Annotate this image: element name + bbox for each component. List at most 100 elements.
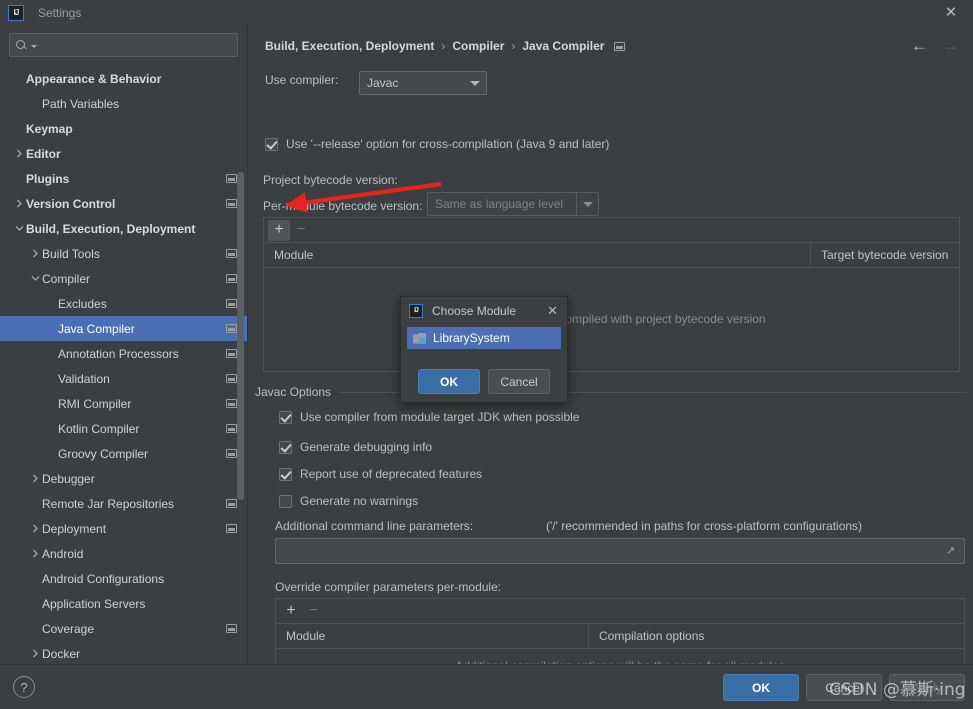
- javac-option-row[interactable]: Report use of deprecated features: [279, 467, 482, 481]
- sidebar-item-build-execution-deployment[interactable]: Build, Execution, Deployment: [0, 216, 247, 241]
- additional-params-input[interactable]: ↗: [275, 538, 965, 564]
- chevron-down-icon[interactable]: [12, 225, 26, 232]
- javac-option-row[interactable]: Generate no warnings: [279, 494, 418, 508]
- javac-option-checkbox[interactable]: [279, 467, 292, 481]
- add-override-button[interactable]: +: [280, 601, 302, 622]
- settings-page-badge-icon: [226, 624, 237, 633]
- remove-module-button[interactable]: −: [290, 220, 312, 241]
- chevron-right-icon[interactable]: [12, 149, 26, 158]
- javac-option-row[interactable]: Use compiler from module target JDK when…: [279, 410, 579, 424]
- chevron-right-icon[interactable]: [28, 649, 42, 658]
- sidebar-item-label: Keymap: [26, 121, 73, 136]
- use-compiler-dropdown[interactable]: Javac: [359, 71, 487, 95]
- breadcrumb-part[interactable]: Build, Execution, Deployment: [265, 39, 434, 53]
- sidebar-item-compiler[interactable]: Compiler: [0, 266, 247, 291]
- expand-icon[interactable]: ↗: [946, 546, 957, 557]
- sidebar-item-label: Application Servers: [42, 596, 146, 611]
- chevron-right-icon[interactable]: [28, 524, 42, 533]
- forward-arrow-icon[interactable]: →: [942, 37, 959, 54]
- sidebar-item-label: RMI Compiler: [58, 396, 132, 411]
- column-header-target-bytecode[interactable]: Target bytecode version: [810, 243, 959, 267]
- javac-option-row[interactable]: Generate debugging info: [279, 440, 432, 454]
- sidebar-item-build-tools[interactable]: Build Tools: [0, 241, 247, 266]
- breadcrumb-separator: ›: [441, 39, 446, 53]
- remove-override-button[interactable]: −: [302, 601, 324, 622]
- sidebar-item-deployment[interactable]: Deployment: [0, 516, 247, 541]
- release-option-label: Use '--release' option for cross-compila…: [286, 137, 610, 151]
- bytecode-table-header: Module Target bytecode version: [264, 243, 959, 268]
- ok-button[interactable]: OK: [723, 674, 799, 701]
- project-bytecode-label: Project bytecode version:: [263, 173, 398, 187]
- sidebar-item-label: Annotation Processors: [58, 346, 179, 361]
- choose-module-dialog: IJ Choose Module ✕ LibrarySystem OK Canc…: [400, 296, 568, 403]
- back-arrow-icon[interactable]: ←: [911, 37, 928, 54]
- use-compiler-label: Use compiler:: [265, 73, 339, 87]
- settings-page-badge-icon: [226, 424, 237, 433]
- dialog-title: Choose Module: [432, 303, 517, 318]
- chevron-down-icon[interactable]: [28, 275, 42, 282]
- override-table-empty-message: Additional compilation options will be t…: [276, 649, 964, 664]
- javac-option-checkbox[interactable]: [279, 494, 292, 508]
- column-header-compilation-options[interactable]: Compilation options: [588, 624, 964, 648]
- sidebar-item-appearance-behavior[interactable]: Appearance & Behavior: [0, 66, 247, 91]
- sidebar-item-path-variables[interactable]: Path Variables: [0, 91, 247, 116]
- column-header-module-2[interactable]: Module: [276, 624, 588, 648]
- sidebar-item-coverage[interactable]: Coverage: [0, 616, 247, 641]
- override-params-label: Override compiler parameters per-module:: [275, 580, 502, 594]
- sidebar-item-label: Java Compiler: [58, 321, 135, 336]
- chevron-right-icon[interactable]: [28, 549, 42, 558]
- settings-page-badge-icon: [226, 274, 237, 283]
- javac-option-checkbox[interactable]: [279, 410, 292, 424]
- settings-page-badge-icon: [226, 349, 237, 358]
- sidebar-item-keymap[interactable]: Keymap: [0, 116, 247, 141]
- sidebar-item-groovy-compiler[interactable]: Groovy Compiler: [0, 441, 247, 466]
- sidebar-item-validation[interactable]: Validation: [0, 366, 247, 391]
- column-header-module[interactable]: Module: [264, 243, 810, 267]
- window-close-icon[interactable]: ✕: [943, 4, 959, 21]
- sidebar-item-debugger[interactable]: Debugger: [0, 466, 247, 491]
- dialog-cancel-button[interactable]: Cancel: [488, 369, 550, 394]
- settings-page-badge-icon: [226, 499, 237, 508]
- breadcrumb-part[interactable]: Java Compiler: [522, 39, 604, 53]
- intellij-logo-icon: IJ: [409, 303, 423, 318]
- override-table-toolbar: + −: [276, 599, 964, 624]
- dialog-buttons: OK Cancel: [401, 369, 567, 394]
- release-option-checkbox[interactable]: [265, 137, 278, 151]
- sidebar-item-android[interactable]: Android: [0, 541, 247, 566]
- search-input[interactable]: [9, 33, 238, 57]
- help-button[interactable]: ?: [13, 676, 35, 698]
- sidebar-item-rmi-compiler[interactable]: RMI Compiler: [0, 391, 247, 416]
- sidebar-item-label: Validation: [58, 371, 110, 386]
- sidebar-item-annotation-processors[interactable]: Annotation Processors: [0, 341, 247, 366]
- sidebar-item-editor[interactable]: Editor: [0, 141, 247, 166]
- sidebar-scrollbar[interactable]: [237, 172, 244, 500]
- module-list-item[interactable]: LibrarySystem: [407, 327, 561, 349]
- settings-page-badge-icon: [226, 524, 237, 533]
- release-option-row[interactable]: Use '--release' option for cross-compila…: [265, 137, 609, 151]
- sidebar-item-plugins[interactable]: Plugins: [0, 166, 247, 191]
- javac-option-checkbox[interactable]: [279, 440, 292, 454]
- add-module-button[interactable]: +: [268, 219, 290, 241]
- cancel-button[interactable]: Cancel: [806, 674, 882, 701]
- sidebar-item-version-control[interactable]: Version Control: [0, 191, 247, 216]
- settings-page-badge-icon: [226, 199, 237, 208]
- sidebar-item-application-servers[interactable]: Application Servers: [0, 591, 247, 616]
- project-bytecode-dropdown[interactable]: Same as language level: [427, 192, 599, 216]
- chevron-right-icon[interactable]: [28, 474, 42, 483]
- apply-button[interactable]: Apply: [889, 674, 965, 701]
- intellij-logo-icon: IJ: [8, 4, 24, 21]
- sidebar-item-java-compiler[interactable]: Java Compiler: [0, 316, 247, 341]
- sidebar-item-excludes[interactable]: Excludes: [0, 291, 247, 316]
- sidebar-item-label: Debugger: [42, 471, 95, 486]
- chevron-right-icon[interactable]: [28, 249, 42, 258]
- sidebar-item-docker[interactable]: Docker: [0, 641, 247, 666]
- main-panel: Build, Execution, Deployment › Compiler › Ja…: [249, 25, 973, 664]
- dialog-close-icon[interactable]: ✕: [547, 303, 558, 319]
- dialog-ok-button[interactable]: OK: [418, 369, 480, 394]
- sidebar-item-remote-jar-repositories[interactable]: Remote Jar Repositories: [0, 491, 247, 516]
- sidebar-item-label: Kotlin Compiler: [58, 421, 140, 436]
- breadcrumb-part[interactable]: Compiler: [452, 39, 504, 53]
- sidebar-item-kotlin-compiler[interactable]: Kotlin Compiler: [0, 416, 247, 441]
- chevron-right-icon[interactable]: [12, 199, 26, 208]
- sidebar-item-android-configurations[interactable]: Android Configurations: [0, 566, 247, 591]
